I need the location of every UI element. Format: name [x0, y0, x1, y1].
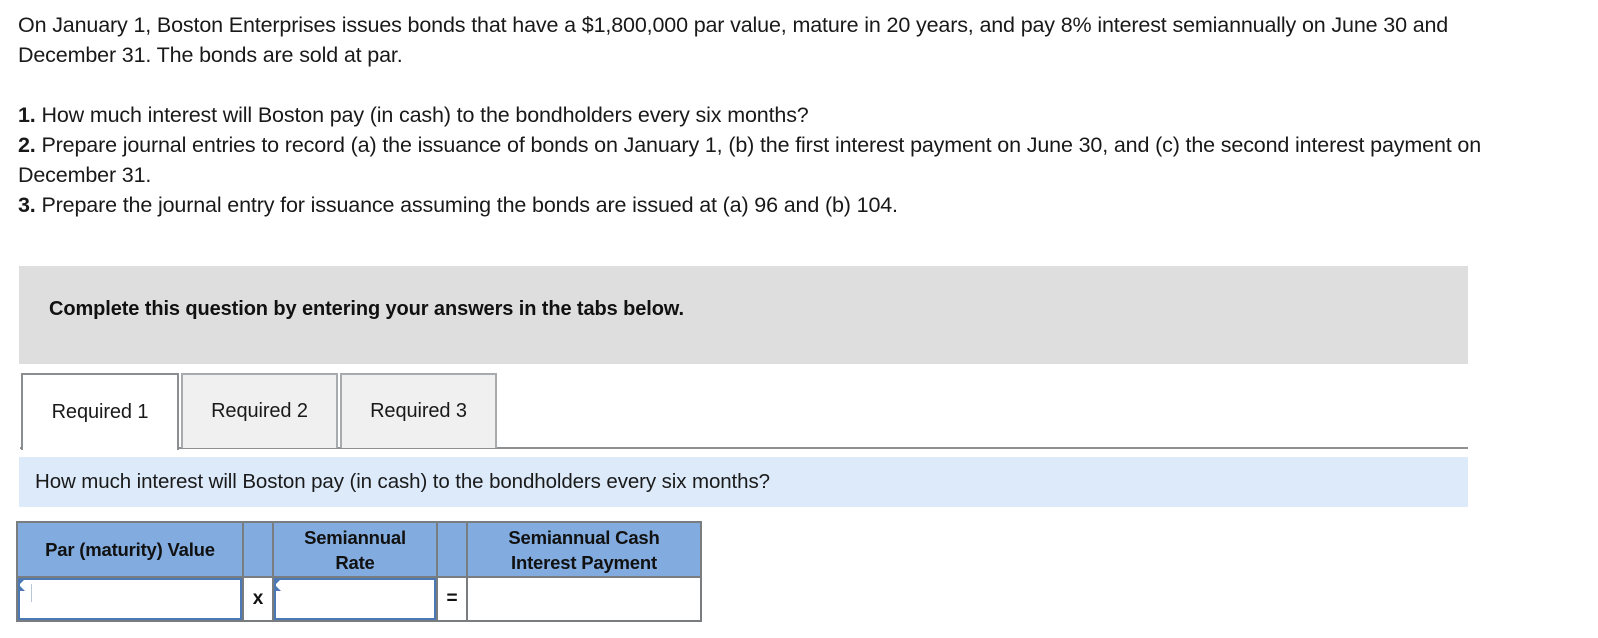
- requirement-2: 2. Prepare journal entries to record (a)…: [18, 130, 1518, 190]
- header-semiannual-rate: Semiannual Rate: [272, 521, 438, 578]
- tab-required-3-label: Required 3: [370, 400, 467, 422]
- question-prompt-bar: How much interest will Boston pay (in ca…: [19, 457, 1468, 507]
- requirement-1-number: 1.: [18, 103, 36, 127]
- instruction-banner-text: Complete this question by entering your …: [49, 298, 684, 320]
- tab-required-2[interactable]: Required 2: [181, 373, 338, 448]
- answer-table: Par (maturity) Value Semiannual Rate Sem…: [16, 521, 702, 622]
- tab-required-1-label: Required 1: [51, 401, 149, 423]
- problem-stem-line-1: On January 1, Boston Enterprises issues …: [18, 13, 1167, 37]
- header-operator-equals: [436, 521, 468, 578]
- requirement-3: 3. Prepare the journal entry for issuanc…: [18, 190, 1518, 220]
- header-semiannual-rate-line-2: Rate: [335, 551, 375, 573]
- semiannual-cash-interest-payment-cell[interactable]: [466, 576, 702, 622]
- answer-table-row: x =: [16, 576, 702, 622]
- header-par-value: Par (maturity) Value: [16, 521, 244, 578]
- tab-required-3[interactable]: Required 3: [340, 373, 497, 448]
- requirement-2-text: Prepare journal entries to record (a) th…: [18, 133, 1482, 187]
- par-value-input[interactable]: [18, 578, 242, 620]
- requirement-2-number: 2.: [18, 133, 36, 157]
- requirement-3-text: Prepare the journal entry for issuance a…: [41, 193, 898, 217]
- operator-multiply-cell: x: [242, 576, 274, 622]
- answer-table-header-row: Par (maturity) Value Semiannual Rate Sem…: [16, 521, 702, 578]
- problem-statement: On January 1, Boston Enterprises issues …: [18, 10, 1518, 220]
- requirement-1-text: How much interest will Boston pay (in ca…: [41, 103, 809, 127]
- par-value-cell[interactable]: [16, 576, 244, 622]
- header-operator-multiply: [242, 521, 274, 578]
- requirement-1: 1. How much interest will Boston pay (in…: [18, 100, 1518, 130]
- semiannual-rate-input[interactable]: [274, 578, 436, 620]
- instruction-banner: Complete this question by entering your …: [19, 266, 1468, 364]
- semiannual-cash-interest-payment-input[interactable]: [468, 578, 700, 620]
- header-cash-interest-payment-line-2: Interest Payment: [511, 551, 657, 573]
- question-page: On January 1, Boston Enterprises issues …: [0, 0, 1598, 638]
- tab-strip: Required 1 Required 2 Required 3: [0, 373, 1598, 451]
- problem-stem: On January 1, Boston Enterprises issues …: [18, 10, 1518, 70]
- operator-equals-cell: =: [436, 576, 468, 622]
- tab-required-2-label: Required 2: [211, 400, 308, 422]
- question-prompt-text: How much interest will Boston pay (in ca…: [35, 470, 770, 493]
- header-cash-interest-payment: Semiannual Cash Interest Payment: [466, 521, 702, 578]
- requirement-3-number: 3.: [18, 193, 36, 217]
- header-semiannual-rate-line-1: Semiannual: [304, 526, 406, 548]
- header-cash-interest-payment-line-1: Semiannual Cash: [508, 526, 660, 548]
- semiannual-rate-cell[interactable]: [272, 576, 438, 622]
- tab-required-1[interactable]: Required 1: [21, 373, 179, 450]
